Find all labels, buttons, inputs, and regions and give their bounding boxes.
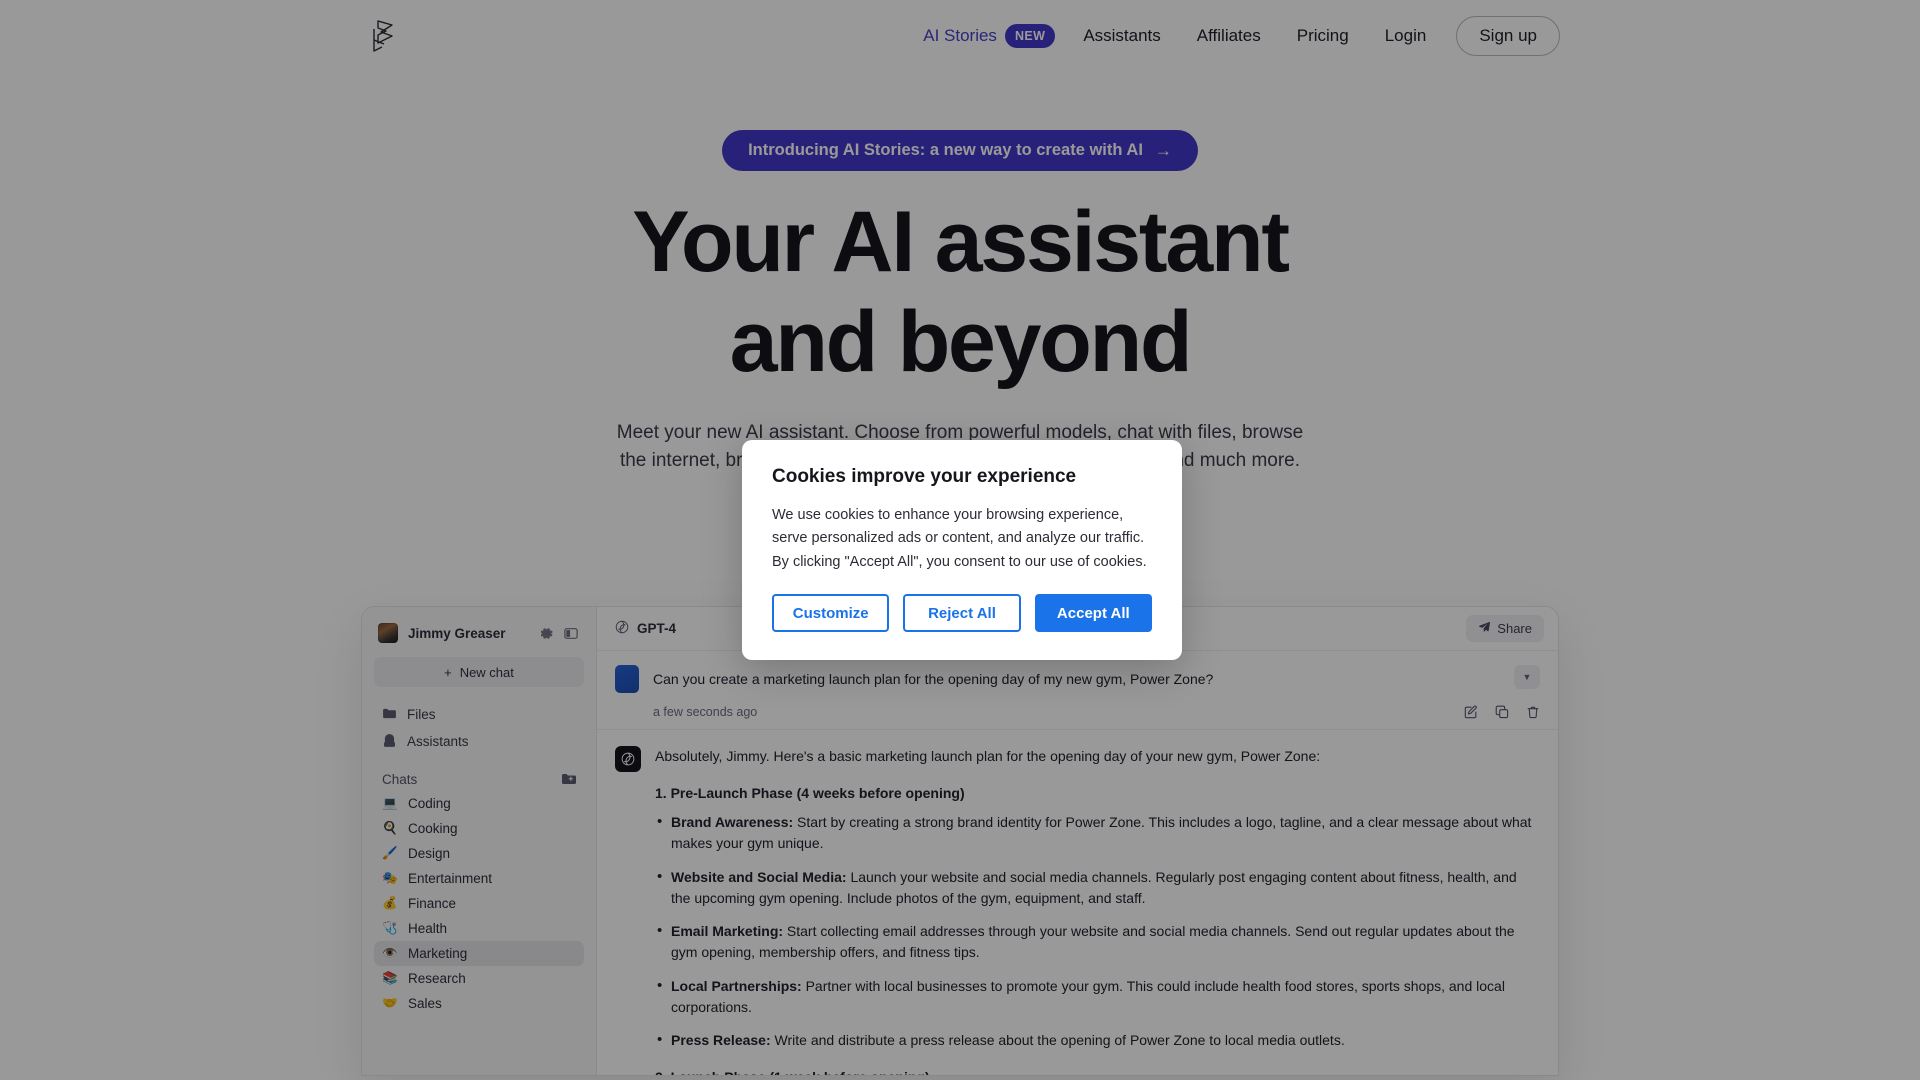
customize-button[interactable]: Customize bbox=[772, 594, 890, 633]
dialog-body-text: We use cookies to enhance your browsing … bbox=[772, 507, 1147, 570]
accept-all-button[interactable]: Accept All bbox=[1034, 594, 1152, 633]
dialog-actions: Customize Reject All Accept All bbox=[772, 594, 1152, 633]
reject-all-button[interactable]: Reject All bbox=[903, 594, 1021, 633]
dialog-title: Cookies improve your experience bbox=[772, 466, 1077, 487]
cookie-consent-dialog: Cookies improve your experience We use c… bbox=[742, 440, 1182, 661]
